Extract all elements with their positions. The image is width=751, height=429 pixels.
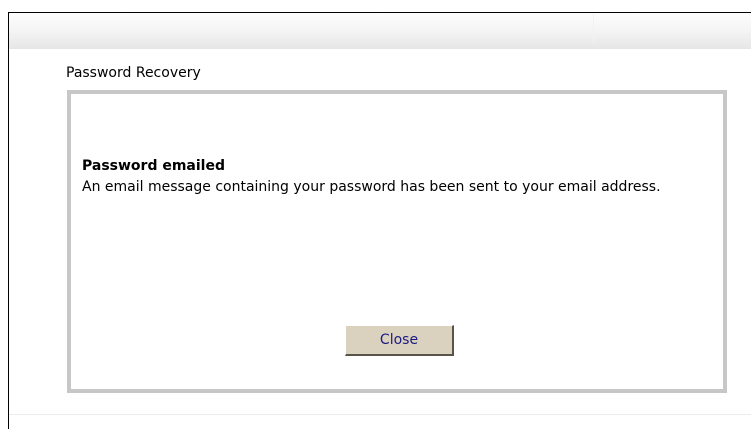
top-toolbar (9, 13, 751, 49)
section-title: Password Recovery (66, 65, 201, 81)
bottom-divider (9, 414, 751, 415)
message-title: Password emailed (82, 158, 225, 174)
toolbar-divider (593, 13, 594, 43)
recovery-window: Password Recovery Password emailed An em… (8, 12, 751, 429)
password-recovery-panel: Password emailed An email message contai… (67, 90, 727, 393)
message-body: An email message containing your passwor… (82, 179, 661, 195)
close-button[interactable]: Close (345, 325, 454, 356)
